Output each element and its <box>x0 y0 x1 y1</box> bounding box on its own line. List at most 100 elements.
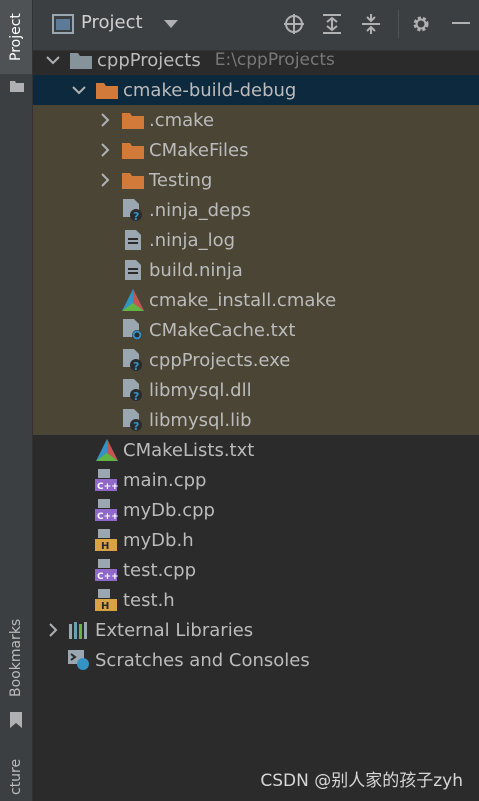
tree-item-label: libmysql.lib <box>149 409 252 431</box>
structure-tab[interactable]: cture <box>0 752 32 801</box>
chevron-right-icon[interactable] <box>97 112 113 128</box>
text-file-icon <box>121 258 145 282</box>
unknown-file-icon: ? <box>121 198 145 222</box>
folder-icon <box>121 138 145 162</box>
svg-text:?: ? <box>133 210 139 221</box>
chevron-right-icon[interactable] <box>97 172 113 188</box>
cmake-file-icon <box>95 438 119 462</box>
unknown-file-icon: ? <box>121 348 145 372</box>
tree-file-row[interactable]: build.ninja <box>33 255 479 285</box>
tree-item-label: .cmake <box>149 109 215 131</box>
tree-item-label: test.h <box>123 589 175 611</box>
tree-root-row[interactable]: cppProjects E:\cppProjects <box>33 45 479 75</box>
folder-icon <box>121 168 145 192</box>
project-tab-label: Project <box>8 13 24 61</box>
chevron-down-icon[interactable] <box>45 52 61 68</box>
tree-file-row[interactable]: HmyDb.h <box>33 525 479 555</box>
scratches-icon <box>67 648 91 672</box>
tree-file-row[interactable]: CMakeCache.txt <box>33 315 479 345</box>
svg-text:C++: C++ <box>97 572 119 581</box>
folder-icon <box>10 81 24 92</box>
tool-window-strip: Project Bookmarks cture <box>0 0 33 801</box>
chevron-right-icon[interactable] <box>45 622 61 638</box>
tree-folder-row[interactable]: .cmake <box>33 105 479 135</box>
tree-root-path: E:\cppProjects <box>214 50 335 70</box>
tree-item-label: libmysql.dll <box>149 379 252 401</box>
tree-file-row[interactable]: ? cppProjects.exe <box>33 345 479 375</box>
chevron-right-icon[interactable] <box>97 142 113 158</box>
text-file-icon <box>121 228 145 252</box>
folder-icon <box>95 78 119 102</box>
tree-file-row[interactable]: ? .ninja_deps <box>33 195 479 225</box>
unknown-file-icon: ? <box>121 408 145 432</box>
tree-item-label: Testing <box>149 169 213 191</box>
tree-build-dir-row[interactable]: cmake-build-debug <box>33 75 479 105</box>
svg-text:H: H <box>101 541 109 551</box>
tree-file-row[interactable]: C++ test.cpp <box>33 555 479 585</box>
tree-file-row[interactable]: ? libmysql.dll <box>33 375 479 405</box>
tree-file-row[interactable]: cmake_install.cmake <box>33 285 479 315</box>
tree-item-label: cppProjects.exe <box>149 349 291 371</box>
tree-item-label: .ninja_log <box>149 229 236 251</box>
folder-icon <box>121 108 145 132</box>
tree-file-row[interactable]: ? libmysql.lib <box>33 405 479 435</box>
tree-item-label: .ninja_deps <box>149 199 251 221</box>
tree-build-dir-name: cmake-build-debug <box>123 79 297 101</box>
tree-item-label: build.ninja <box>149 259 243 281</box>
tree-file-row[interactable]: Htest.h <box>33 585 479 615</box>
bookmarks-tab-label: Bookmarks <box>8 618 24 698</box>
tree-file-row[interactable]: .ninja_log <box>33 225 479 255</box>
svg-text:?: ? <box>133 420 139 431</box>
project-tree: cppProjects E:\cppProjects cmake-build-d… <box>33 45 479 675</box>
watermark: CSDN @别人家的孩子zyh <box>260 771 463 791</box>
expand-all-icon[interactable] <box>323 14 341 34</box>
bookmarks-tab[interactable]: Bookmarks <box>0 612 32 704</box>
structure-tab-label: cture <box>8 758 24 795</box>
gear-icon[interactable] <box>411 14 431 34</box>
tree-item-label: myDb.cpp <box>123 499 215 521</box>
svg-text:H: H <box>101 601 109 611</box>
collapse-all-icon[interactable] <box>362 14 380 34</box>
hide-icon[interactable] <box>452 22 470 25</box>
tree-folder-row[interactable]: CMakeFiles <box>33 135 479 165</box>
tree-file-row[interactable]: C++ main.cpp <box>33 465 479 495</box>
svg-text:C++: C++ <box>97 512 119 521</box>
tree-item-label: cmake_install.cmake <box>149 289 337 311</box>
project-folder-icon <box>69 48 93 72</box>
tree-item-label: test.cpp <box>123 559 197 581</box>
locate-icon[interactable] <box>284 14 304 34</box>
library-icon <box>67 618 91 642</box>
unknown-file-icon: ? <box>121 378 145 402</box>
tree-file-row[interactable]: CMakeLists.txt <box>33 435 479 465</box>
cpp-file-icon: C++ <box>95 498 119 522</box>
project-tab[interactable]: Project <box>0 0 32 74</box>
external-libraries-row[interactable]: External Libraries <box>33 615 479 645</box>
external-libraries-label: External Libraries <box>95 619 254 641</box>
tree-folder-row[interactable]: Testing <box>33 165 479 195</box>
svg-text:?: ? <box>133 390 139 401</box>
scratches-label: Scratches and Consoles <box>95 649 310 671</box>
svg-text:?: ? <box>133 360 139 371</box>
cpp-file-icon: C++ <box>95 558 119 582</box>
project-view-title[interactable]: Project <box>81 12 143 33</box>
scratches-row[interactable]: Scratches and Consoles <box>33 645 479 675</box>
chevron-down-icon[interactable] <box>71 82 87 98</box>
dropdown-arrow-icon[interactable] <box>164 20 178 28</box>
tree-item-label: CMakeFiles <box>149 139 249 161</box>
tree-file-row[interactable]: C++ myDb.cpp <box>33 495 479 525</box>
tree-item-label: myDb.h <box>123 529 194 551</box>
tree-item-label: CMakeLists.txt <box>123 439 255 461</box>
tree-root-name: cppProjects <box>97 49 201 71</box>
svg-text:C++: C++ <box>97 482 119 491</box>
